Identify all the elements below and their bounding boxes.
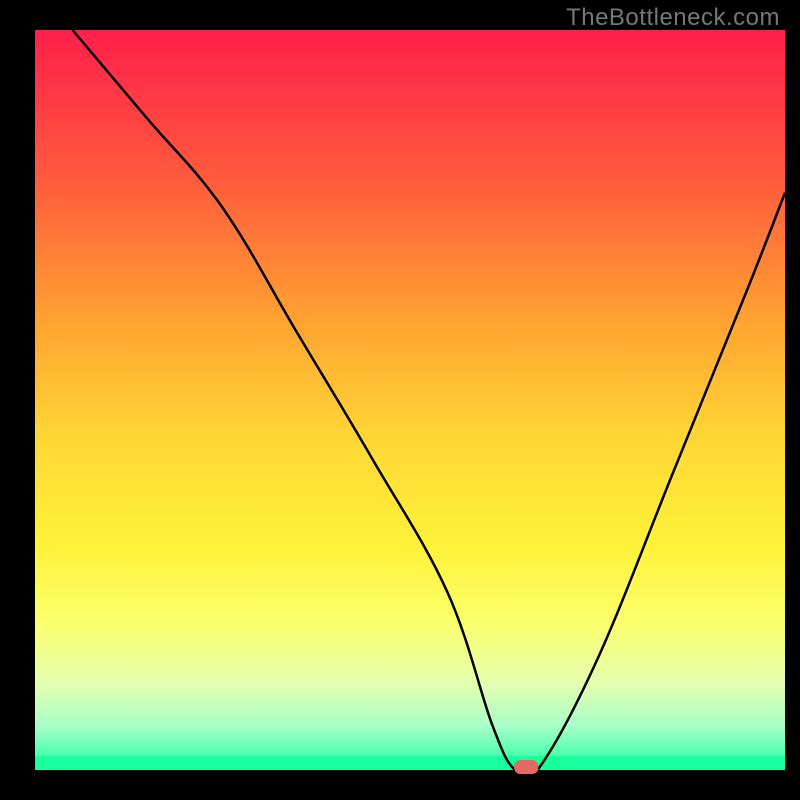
optimal-point-marker [514,760,538,774]
chart-container: TheBottleneck.com [0,0,800,800]
green-baseline-strip [35,756,785,770]
gradient-background [35,30,785,770]
bottleneck-chart [0,0,800,800]
watermark-label: TheBottleneck.com [566,4,780,32]
